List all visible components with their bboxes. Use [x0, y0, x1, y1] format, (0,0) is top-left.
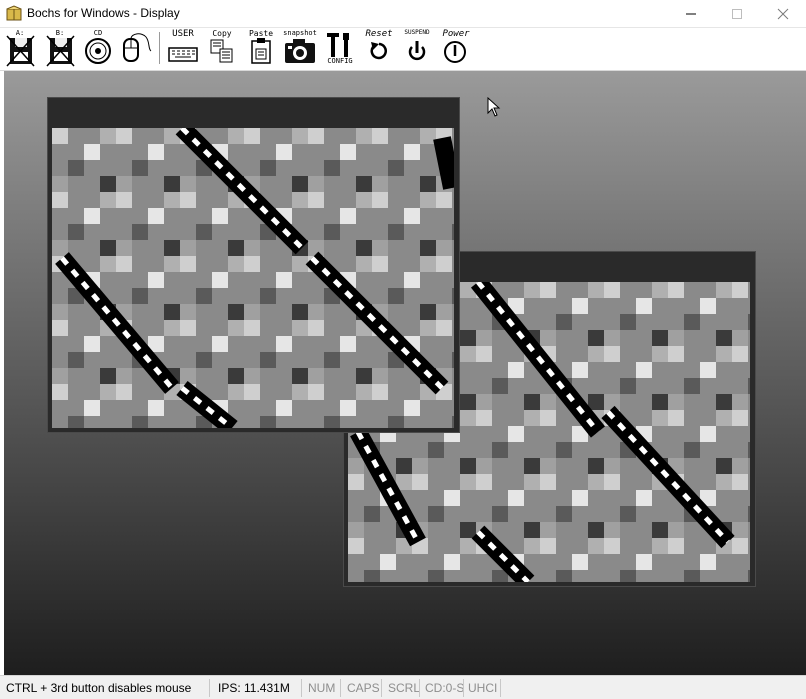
mouse-icon: [123, 33, 152, 62]
status-divider: [419, 679, 420, 697]
close-button[interactable]: [760, 0, 806, 27]
close-icon: [777, 8, 789, 20]
status-bar: CTRL + 3rd button disables mouse IPS: 11…: [0, 675, 806, 699]
snapshot-label: snapshot: [283, 29, 317, 37]
minimize-icon: [686, 13, 696, 15]
reset-label: Reset: [365, 29, 393, 39]
status-hint: CTRL + 3rd button disables mouse: [6, 681, 192, 695]
status-divider: [463, 679, 464, 697]
checker-pattern-front: [52, 128, 454, 428]
suspend-label: SUSPEND: [404, 29, 430, 36]
status-scrl: SCRL: [388, 681, 421, 695]
status-ips: IPS: 11.431M: [218, 681, 290, 695]
snapshot-button[interactable]: snapshot: [282, 29, 318, 67]
floppy-b-button[interactable]: B:: [45, 29, 75, 67]
status-caps: CAPS: [347, 681, 380, 695]
user-label: USER: [172, 29, 194, 39]
floppy-a-label: A:: [15, 29, 25, 37]
user-button[interactable]: USER: [167, 29, 199, 67]
paste-label: Paste: [248, 29, 274, 38]
maximize-button[interactable]: [714, 0, 760, 27]
pattern-window-front: [47, 97, 460, 433]
cdrom-label: CD: [93, 29, 103, 37]
maximize-icon: [732, 9, 742, 19]
title-bar[interactable]: Bochs for Windows - Display: [0, 0, 806, 28]
config-button[interactable]: CONFIG: [324, 29, 356, 67]
power-label: Power: [442, 29, 470, 39]
toolbar-separator: [159, 32, 160, 64]
status-cdrom: CD:0-S: [425, 681, 465, 695]
toolbar: A: B: CD USER Copy Paste snapshot CONFIG…: [0, 28, 806, 71]
power-button[interactable]: Power: [438, 29, 474, 67]
floppy-b-label: B:: [55, 29, 65, 37]
floppy-a-button[interactable]: A:: [5, 29, 35, 67]
suspend-button[interactable]: SUSPEND: [400, 29, 434, 67]
guest-display[interactable]: [4, 71, 806, 675]
copy-label: Copy: [212, 29, 232, 38]
status-divider: [209, 679, 210, 697]
reset-button[interactable]: Reset: [362, 29, 396, 67]
config-label: CONFIG: [327, 57, 353, 65]
mouse-button[interactable]: [120, 29, 154, 67]
minimize-button[interactable]: [668, 0, 714, 27]
status-num: NUM: [308, 681, 336, 695]
status-divider: [301, 679, 302, 697]
cdrom-button[interactable]: CD: [83, 29, 113, 67]
mouse-cursor-icon: [487, 97, 501, 117]
copy-button[interactable]: Copy: [208, 29, 236, 67]
window-title: Bochs for Windows - Display: [27, 6, 180, 20]
status-divider: [500, 679, 501, 697]
paste-button[interactable]: Paste: [247, 29, 275, 67]
status-uhci: UHCI: [468, 681, 498, 695]
status-divider: [340, 679, 341, 697]
bochs-app-icon: [6, 5, 22, 21]
status-divider: [381, 679, 382, 697]
